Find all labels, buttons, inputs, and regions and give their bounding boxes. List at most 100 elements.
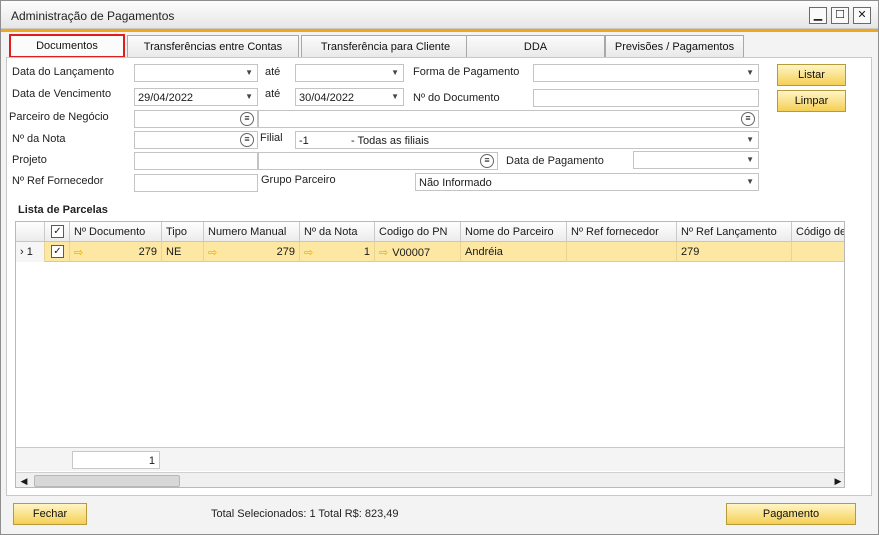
num-nota-field[interactable]: ≡ bbox=[134, 131, 258, 149]
projeto-name-field[interactable]: ≡ bbox=[258, 152, 498, 170]
num-nota-label: Nº da Nota bbox=[12, 133, 66, 145]
row-pointer-icon: › bbox=[20, 246, 24, 258]
grid-header: ✓ Nº Documento Tipo Numero Manual Nº da … bbox=[16, 222, 844, 242]
data-pagamento-label: Data de Pagamento bbox=[506, 155, 604, 167]
choose-list-icon[interactable]: ≡ bbox=[741, 112, 755, 126]
forma-pagamento-label: Forma de Pagamento bbox=[413, 66, 520, 78]
cell-num-nota: ⇨ 1 bbox=[300, 242, 375, 262]
col-ref-fornecedor[interactable]: Nº Ref fornecedor bbox=[567, 222, 677, 242]
link-arrow-icon[interactable]: ⇨ bbox=[208, 246, 217, 259]
chevron-down-icon: ▼ bbox=[245, 68, 253, 77]
col-codigo[interactable]: Código de bbox=[792, 222, 844, 242]
chevron-down-icon: ▼ bbox=[746, 177, 754, 186]
data-lancamento-label: Data do Lançamento bbox=[12, 66, 115, 78]
pagamento-button[interactable]: Pagamento bbox=[726, 503, 856, 525]
col-num-nota[interactable]: Nº da Nota bbox=[300, 222, 375, 242]
choose-list-icon[interactable]: ≡ bbox=[480, 154, 494, 168]
col-tipo[interactable]: Tipo bbox=[162, 222, 204, 242]
cell-numero-manual-value: 279 bbox=[276, 246, 295, 258]
filial-name: - Todas as filiais bbox=[351, 135, 430, 147]
listar-button[interactable]: Listar bbox=[777, 64, 846, 86]
scroll-thumb[interactable] bbox=[34, 475, 180, 487]
close-button[interactable]: ✕ bbox=[853, 7, 871, 24]
parcelas-grid: ✓ Nº Documento Tipo Numero Manual Nº da … bbox=[15, 221, 845, 488]
cell-ref-lancamento: 279 bbox=[677, 242, 792, 262]
title-bar: Administração de Pagamentos ▁ ☐ ✕ bbox=[1, 1, 878, 29]
data-vencimento-from-value: 29/04/2022 bbox=[138, 92, 194, 104]
parceiro-label: Parceiro de Negócio bbox=[9, 111, 109, 123]
ate2-label: até bbox=[265, 88, 281, 100]
close-icon: ✕ bbox=[857, 9, 867, 21]
fechar-button[interactable]: Fechar bbox=[13, 503, 87, 525]
cell-num-documento-value: 279 bbox=[138, 246, 157, 258]
total-status: Total Selecionados: 1 Total R$: 823,49 bbox=[211, 508, 399, 520]
select-all-cell: ✓ bbox=[45, 222, 70, 242]
horizontal-scrollbar[interactable]: ◀ ▶ bbox=[16, 472, 844, 487]
tab-previsoes-pagamentos[interactable]: Previsões / Pagamentos bbox=[605, 35, 744, 57]
filial-select[interactable]: -1 - Todas as filiais ▼ bbox=[295, 131, 759, 149]
tab-transferencia-cliente[interactable]: Transferência para Cliente bbox=[301, 35, 470, 57]
cell-tipo: NE bbox=[162, 242, 204, 262]
col-numero-manual[interactable]: Numero Manual bbox=[204, 222, 300, 242]
ate1-label: até bbox=[265, 66, 281, 78]
chevron-down-icon: ▼ bbox=[746, 68, 754, 77]
data-pagamento-field[interactable]: ▼ bbox=[633, 151, 759, 169]
limpar-button[interactable]: Limpar bbox=[777, 90, 846, 112]
num-documento-field[interactable] bbox=[533, 89, 759, 107]
chevron-down-icon: ▼ bbox=[746, 155, 754, 164]
grupo-parceiro-value: Não Informado bbox=[419, 177, 492, 189]
cell-codigo-pn-value: V00007 bbox=[392, 247, 431, 259]
grid-title: Lista de Parcelas bbox=[18, 204, 108, 216]
link-arrow-icon[interactable]: ⇨ bbox=[74, 246, 83, 259]
cell-ref-fornecedor bbox=[567, 242, 677, 262]
row-header-cell bbox=[16, 222, 45, 242]
data-vencimento-from-field[interactable]: 29/04/2022 ▼ bbox=[134, 88, 258, 106]
cell-num-documento: ⇨ 279 bbox=[70, 242, 162, 262]
link-arrow-icon[interactable]: ⇨ bbox=[304, 246, 313, 259]
projeto-code-field[interactable] bbox=[134, 152, 258, 170]
tab-transferencias-contas[interactable]: Transferências entre Contas bbox=[127, 35, 299, 57]
tab-dda[interactable]: DDA bbox=[466, 35, 605, 57]
tab-documentos[interactable]: Documentos bbox=[9, 34, 125, 58]
maximize-button[interactable]: ☐ bbox=[831, 7, 849, 24]
parceiro-code-field[interactable]: ≡ bbox=[134, 110, 258, 128]
chevron-down-icon: ▼ bbox=[391, 68, 399, 77]
data-vencimento-label: Data de Vencimento bbox=[12, 88, 112, 100]
link-arrow-icon[interactable]: ⇨ bbox=[379, 247, 388, 259]
table-row[interactable]: › 1 ✓ ⇨ 279 NE ⇨ 279 ⇨ 1 ⇨ V00007 Andréia 27… bbox=[16, 242, 844, 262]
col-codigo-pn[interactable]: Codigo do PN bbox=[375, 222, 461, 242]
projeto-label: Projeto bbox=[12, 154, 47, 166]
window-title: Administração de Pagamentos bbox=[11, 9, 175, 23]
choose-list-icon[interactable]: ≡ bbox=[240, 133, 254, 147]
grid-footer: 1 bbox=[16, 447, 844, 471]
title-accent-line bbox=[1, 29, 878, 32]
filial-code: -1 bbox=[299, 135, 309, 147]
row-number: 1 bbox=[26, 246, 33, 258]
data-lancamento-to-field[interactable]: ▼ bbox=[295, 64, 404, 82]
payments-window: Administração de Pagamentos ▁ ☐ ✕ Docume… bbox=[0, 0, 879, 535]
forma-pagamento-select[interactable]: ▼ bbox=[533, 64, 759, 82]
col-nome-parceiro[interactable]: Nome do Parceiro bbox=[461, 222, 567, 242]
num-documento-label: Nº do Documento bbox=[413, 92, 500, 104]
num-ref-fornecedor-field[interactable] bbox=[134, 174, 258, 192]
maximize-icon: ☐ bbox=[835, 9, 845, 21]
data-lancamento-from-field[interactable]: ▼ bbox=[134, 64, 258, 82]
grupo-parceiro-select[interactable]: Não Informado ▼ bbox=[415, 173, 759, 191]
data-vencimento-to-value: 30/04/2022 bbox=[299, 92, 355, 104]
chevron-down-icon: ▼ bbox=[746, 135, 754, 144]
filial-label: Filial bbox=[260, 132, 283, 144]
scroll-right-icon[interactable]: ▶ bbox=[831, 474, 844, 487]
row-number-cell: › 1 bbox=[16, 242, 45, 262]
chevron-down-icon: ▼ bbox=[391, 92, 399, 101]
data-vencimento-to-field[interactable]: 30/04/2022 ▼ bbox=[295, 88, 404, 106]
cell-codigo-pn: ⇨ V00007 bbox=[375, 242, 461, 262]
choose-list-icon[interactable]: ≡ bbox=[240, 112, 254, 126]
select-all-checkbox[interactable]: ✓ bbox=[51, 225, 64, 238]
parceiro-name-field[interactable]: ≡ bbox=[258, 110, 759, 128]
footer-count-cell: 1 bbox=[72, 451, 160, 469]
row-select-checkbox[interactable]: ✓ bbox=[51, 245, 64, 258]
col-num-documento[interactable]: Nº Documento bbox=[70, 222, 162, 242]
scroll-left-icon[interactable]: ◀ bbox=[17, 474, 31, 487]
col-ref-lancamento[interactable]: Nº Ref Lançamento bbox=[677, 222, 792, 242]
minimize-button[interactable]: ▁ bbox=[809, 7, 827, 24]
